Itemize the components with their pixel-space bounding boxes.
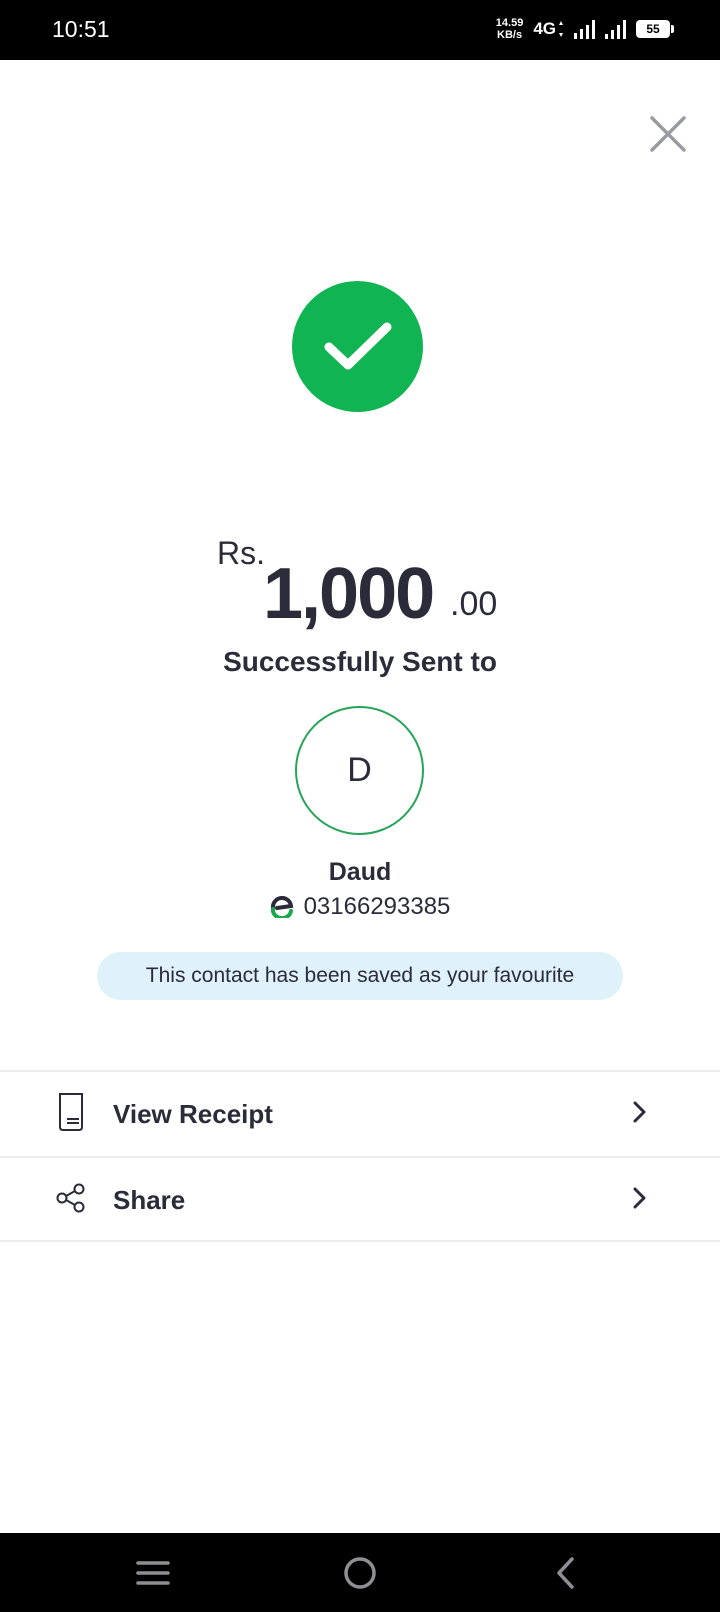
chevron-right-icon xyxy=(632,1186,648,1215)
favourite-notice: This contact has been saved as your favo… xyxy=(97,952,623,1000)
home-button[interactable] xyxy=(338,1551,382,1595)
checkmark-icon xyxy=(324,322,391,369)
recipient-name: Daud xyxy=(328,858,392,886)
recipient-number-row: 03166293385 xyxy=(0,893,720,921)
share-label: Share xyxy=(113,1184,186,1215)
amount-display: Rs. 1,000 .00 xyxy=(0,535,720,634)
view-receipt-button[interactable]: View Receipt xyxy=(0,1072,720,1156)
receipt-icon xyxy=(56,1092,86,1137)
network-type-label: 4G xyxy=(533,19,556,38)
network-speed-value: 14.59 xyxy=(495,17,524,29)
success-badge xyxy=(292,281,423,412)
network-type: 4G xyxy=(533,19,564,39)
view-receipt-label: View Receipt xyxy=(113,1098,273,1129)
chevron-right-icon xyxy=(632,1100,648,1129)
easypaisa-logo-icon xyxy=(270,896,293,918)
share-icon xyxy=(56,1183,86,1218)
status-bar: 10:51 14.59 KB/s 4G 55 xyxy=(0,0,720,60)
close-icon xyxy=(650,116,686,152)
network-speed-unit: KB/s xyxy=(497,29,523,41)
battery-icon: 55 xyxy=(636,20,674,38)
signal-strength-1-icon xyxy=(574,19,595,39)
status-text: Successfully Sent to xyxy=(223,646,497,677)
amount-whole: 1,000 xyxy=(263,554,435,634)
avatar: D xyxy=(295,706,424,835)
divider xyxy=(0,1240,720,1242)
close-button[interactable] xyxy=(648,114,688,154)
share-button[interactable]: Share xyxy=(0,1158,720,1242)
recipient-number: 03166293385 xyxy=(303,893,451,920)
menu-icon xyxy=(136,1561,170,1585)
signal-strength-2-icon xyxy=(605,19,626,39)
menu-button[interactable] xyxy=(131,1551,175,1595)
status-icons: 14.59 KB/s 4G 55 xyxy=(496,14,674,44)
home-circle-icon xyxy=(344,1557,376,1589)
avatar-initial: D xyxy=(347,751,372,789)
amount-decimal: .00 xyxy=(450,585,498,623)
network-speed: 14.59 KB/s xyxy=(496,17,524,41)
system-nav-bar xyxy=(0,1533,720,1612)
back-arrow-icon xyxy=(557,1557,574,1589)
data-arrows-icon xyxy=(559,21,563,37)
back-button[interactable] xyxy=(544,1551,588,1595)
amount-currency: Rs. xyxy=(217,535,265,571)
status-time: 10:51 xyxy=(52,16,110,42)
battery-level: 55 xyxy=(646,22,660,36)
